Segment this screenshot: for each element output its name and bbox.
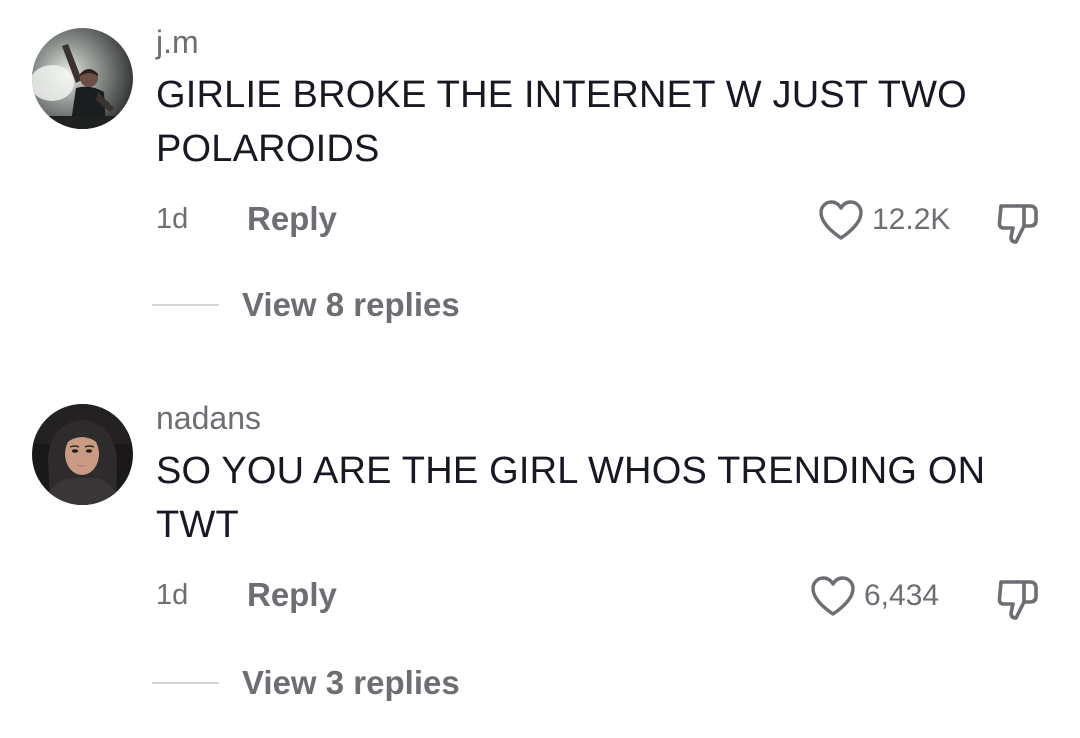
thumbs-down-icon[interactable] <box>994 198 1042 246</box>
concert-performer-avatar-icon <box>32 28 133 129</box>
like-button[interactable]: 12.2K <box>818 199 950 241</box>
comment-timestamp: 1d <box>156 203 189 235</box>
reply-button[interactable]: Reply <box>247 578 337 611</box>
like-button[interactable]: 6,434 <box>810 575 939 617</box>
view-replies-button[interactable]: View 8 replies <box>242 288 460 321</box>
avatar[interactable] <box>32 28 133 129</box>
comment-text: SO YOU ARE THE GIRL WHOS TRENDING ON TWT <box>156 450 986 546</box>
like-count: 6,434 <box>864 579 940 612</box>
username[interactable]: j.m <box>156 26 199 58</box>
replies-divider <box>152 682 219 684</box>
heart-icon <box>819 200 863 240</box>
avatar[interactable] <box>32 404 133 505</box>
heart-icon <box>811 576 855 616</box>
like-count: 12.2K <box>872 203 951 236</box>
replies-divider <box>152 304 219 306</box>
comment-timestamp: 1d <box>156 579 189 611</box>
view-replies-button[interactable]: View 3 replies <box>242 666 460 699</box>
username[interactable]: nadans <box>156 402 261 434</box>
comment-text: GIRLIE BROKE THE INTERNET W JUST TWO POL… <box>156 74 967 170</box>
reply-button[interactable]: Reply <box>247 202 337 235</box>
woman-portrait-avatar-icon <box>32 404 133 505</box>
thumbs-down-icon[interactable] <box>994 574 1042 622</box>
